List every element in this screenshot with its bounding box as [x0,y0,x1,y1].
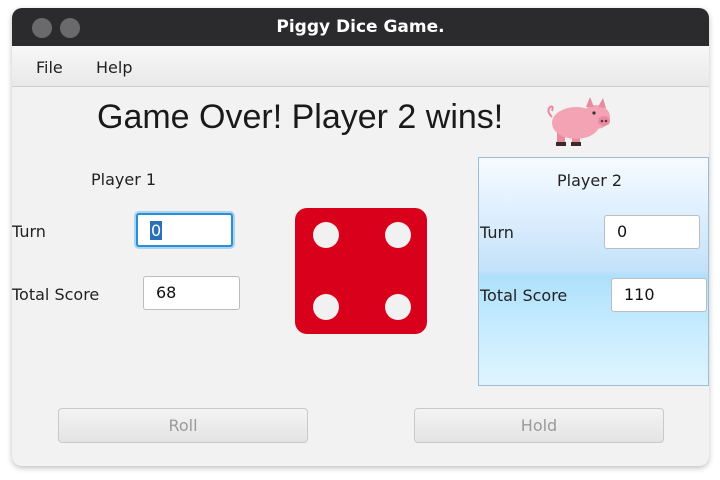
die-pip [385,294,411,320]
die-face [295,208,427,334]
die-pip [385,222,411,248]
player2-turn-field[interactable]: 0 [604,215,700,249]
menu-help[interactable]: Help [96,58,132,77]
player1-turn-field[interactable]: 0 [136,213,233,247]
player2-panel [478,157,709,386]
player2-name: Player 2 [557,171,623,190]
hold-button[interactable]: Hold [414,408,664,443]
roll-button[interactable]: Roll [58,408,308,443]
player1-turn-label: Turn [12,222,46,241]
die-pip [313,294,339,320]
player1-name: Player 1 [91,170,157,189]
player1-total-label: Total Score [12,285,100,304]
menu-file[interactable]: File [36,58,63,77]
player2-total-label: Total Score [480,286,568,305]
die-pip [313,222,339,248]
player2-turn-label: Turn [480,223,514,242]
menu-bar: File Help [12,46,709,87]
player2-total-field[interactable]: 110 [611,278,707,312]
title-bar: Piggy Dice Game. [12,8,709,46]
window-title: Piggy Dice Game. [276,17,445,37]
player1-total-field[interactable]: 68 [143,276,240,310]
player1-turn-value: 0 [150,221,163,240]
pig-icon [547,97,610,146]
status-message: Game Over! Player 2 wins! [97,98,504,136]
